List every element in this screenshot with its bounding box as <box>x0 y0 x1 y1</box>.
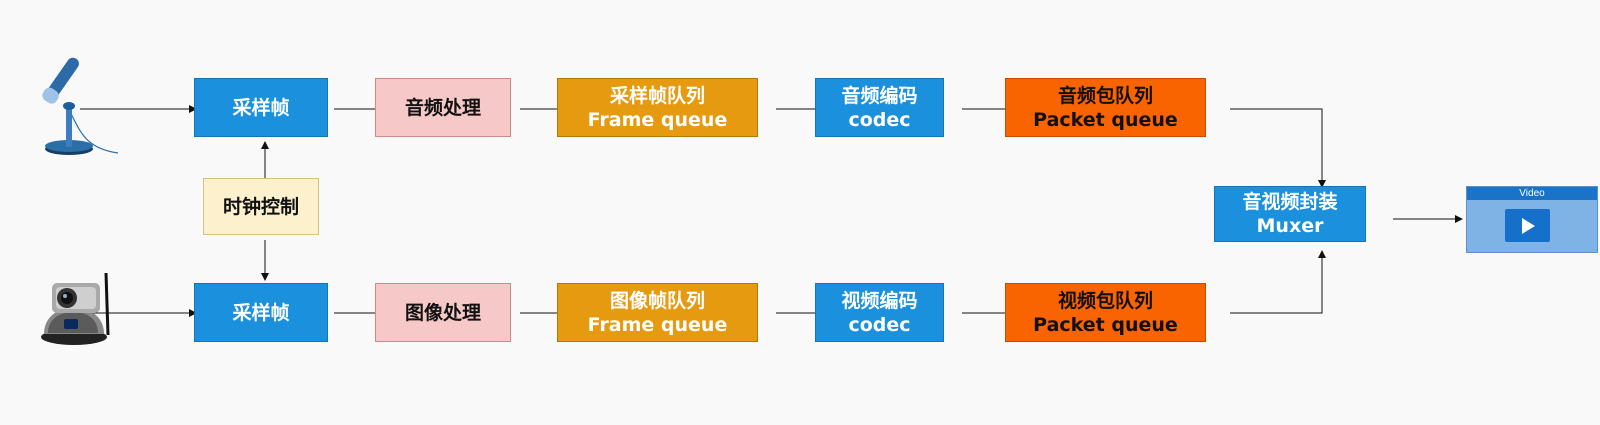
play-icon <box>1505 209 1550 242</box>
clock-control-box: 时钟控制 <box>203 178 319 235</box>
audio-packet-queue-label-en: Packet queue <box>1033 108 1178 131</box>
muxer-label-cn: 音视频封装 <box>1242 191 1338 213</box>
audio-codec-label-en: codec <box>848 108 911 131</box>
video-packet-queue-box: 视频包队列 Packet queue <box>1005 283 1206 342</box>
audio-sample-frame-label: 采样帧 <box>232 96 290 119</box>
arrow-audio-packet-to-muxer <box>1230 108 1326 188</box>
video-packet-queue-label-cn: 视频包队列 <box>1057 289 1153 312</box>
clock-control-label: 时钟控制 <box>222 195 299 218</box>
video-frame-queue-label-cn: 图像帧队列 <box>609 289 705 312</box>
muxer-label-en: Muxer <box>1256 215 1324 237</box>
audio-codec-label-cn: 音频编码 <box>841 84 918 107</box>
video-sample-frame-box: 采样帧 <box>194 283 328 342</box>
image-processing-box: 图像处理 <box>375 283 511 342</box>
video-sample-frame-label: 采样帧 <box>232 301 290 324</box>
audio-frame-queue-box: 采样帧队列 Frame queue <box>557 78 758 137</box>
video-output-title: Video <box>1467 187 1597 200</box>
image-processing-label: 图像处理 <box>404 301 481 324</box>
audio-frame-queue-label-en: Frame queue <box>587 108 728 131</box>
muxer-box: 音视频封装 Muxer <box>1214 186 1366 242</box>
video-codec-label-en: codec <box>848 313 911 336</box>
audio-packet-queue-label-cn: 音频包队列 <box>1057 84 1153 107</box>
audio-processing-box: 音频处理 <box>375 78 511 137</box>
video-frame-queue-box: 图像帧队列 Frame queue <box>557 283 758 342</box>
av-pipeline-diagram: 采样帧 音频处理 采样帧队列 Frame queue 音频编码 codec 音频… <box>0 0 1600 425</box>
audio-processing-label: 音频处理 <box>404 96 481 119</box>
audio-codec-box: 音频编码 codec <box>815 78 944 137</box>
microphone-icon <box>42 57 119 155</box>
video-frame-queue-label-en: Frame queue <box>587 313 728 336</box>
video-output-window: Video <box>1466 186 1598 253</box>
video-packet-queue-label-en: Packet queue <box>1033 313 1178 336</box>
video-codec-box: 视频编码 codec <box>815 283 944 342</box>
audio-frame-queue-label-cn: 采样帧队列 <box>609 84 705 107</box>
audio-sample-frame-box: 采样帧 <box>194 78 328 137</box>
arrow-video-packet-to-muxer <box>1230 250 1326 314</box>
video-codec-label-cn: 视频编码 <box>841 289 918 312</box>
webcam-icon <box>41 272 110 345</box>
audio-packet-queue-box: 音频包队列 Packet queue <box>1005 78 1206 137</box>
